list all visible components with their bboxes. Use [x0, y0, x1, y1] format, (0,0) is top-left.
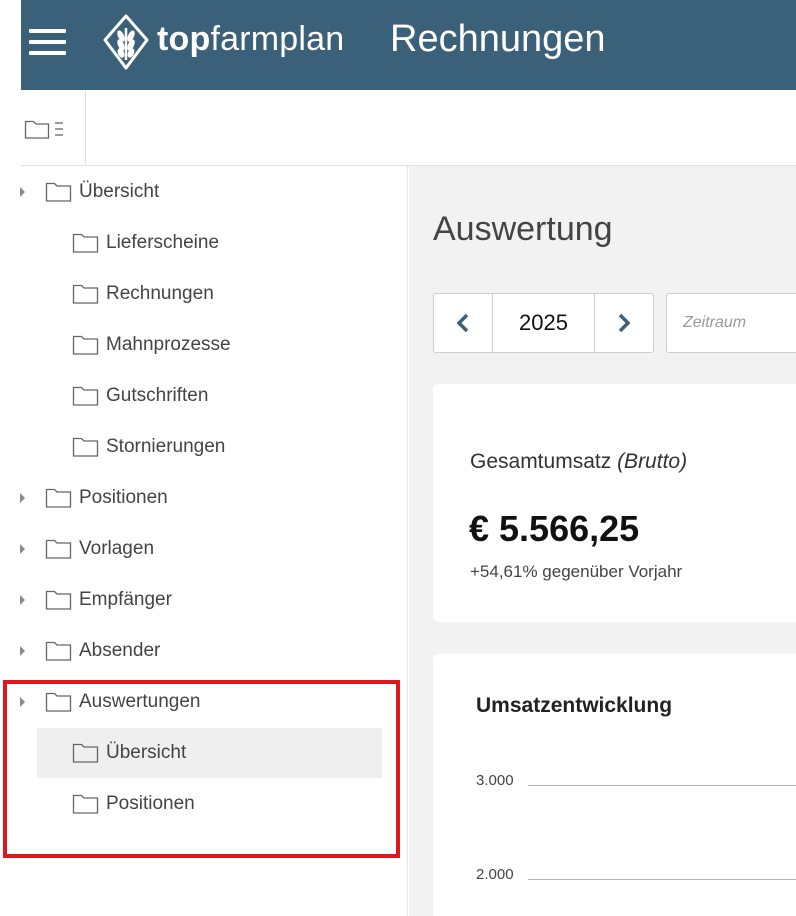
sidebar-item-stornierungen[interactable]: Stornierungen: [72, 429, 372, 465]
sidebar-item-label: Auswertungen: [79, 691, 201, 712]
folder-tree-icon: [24, 120, 63, 139]
chart-title: Umsatzentwicklung: [476, 694, 673, 717]
page-title: Rechnungen: [390, 18, 606, 60]
revenue-label: Gesamtumsatz (Brutto): [470, 450, 687, 474]
sidebar-item-label: Positionen: [79, 487, 168, 508]
expand-arrow-icon[interactable]: [20, 544, 25, 554]
folder-icon: [72, 233, 99, 253]
folder-tree-toggle-button[interactable]: [21, 90, 86, 165]
sidebar-item-vorlagen[interactable]: Vorlagen: [20, 531, 375, 567]
sidebar-item-auswertungen[interactable]: Auswertungen: [20, 684, 375, 720]
chevron-right-icon: [618, 313, 631, 333]
brand-name[interactable]: topfarmplan: [157, 20, 344, 59]
sidebar-item-label: Übersicht: [79, 181, 160, 202]
toolbar: [21, 90, 796, 166]
gridline: [528, 785, 796, 786]
revenue-label-suffix: (Brutto): [617, 450, 688, 473]
sidebar-tree: Übersicht Lieferscheine Rechnungen Mahnp…: [0, 166, 408, 916]
folder-icon: [72, 284, 99, 304]
sidebar-item-label: Mahnprozesse: [106, 334, 231, 355]
total-revenue-card: Gesamtumsatz (Brutto) € 5.566,25 +54,61%…: [433, 384, 796, 622]
sidebar-item-auswertungen-positionen[interactable]: Positionen: [72, 786, 372, 822]
sidebar-item-uebersicht[interactable]: Übersicht: [20, 174, 375, 210]
y-tick-label: 2.000: [476, 866, 514, 883]
revenue-amount: € 5.566,25: [469, 508, 640, 549]
folder-icon: [72, 437, 99, 457]
wheat-logo-icon[interactable]: [101, 14, 151, 70]
folder-icon: [72, 743, 99, 763]
sidebar-item-label: Stornierungen: [106, 436, 226, 457]
previous-year-button[interactable]: [434, 294, 492, 352]
year-value: 2025: [492, 294, 595, 352]
expand-arrow-icon[interactable]: [20, 646, 25, 656]
sidebar-item-label: Vorlagen: [79, 538, 155, 559]
folder-icon: [45, 488, 72, 508]
expand-arrow-icon[interactable]: [20, 697, 25, 707]
sidebar-item-label: Gutschriften: [106, 385, 209, 406]
folder-icon: [45, 539, 72, 559]
sidebar-item-label: Lieferscheine: [106, 232, 220, 253]
revenue-label-text: Gesamtumsatz: [470, 450, 612, 473]
sidebar-item-label: Positionen: [106, 793, 195, 814]
folder-icon: [45, 182, 72, 202]
chevron-left-icon: [456, 313, 469, 333]
hamburger-icon[interactable]: [27, 27, 67, 57]
sidebar-item-auswertungen-uebersicht[interactable]: Übersicht: [37, 728, 382, 778]
folder-icon: [45, 692, 72, 712]
sidebar-item-label: Absender: [79, 640, 161, 661]
sidebar-item-gutschriften[interactable]: Gutschriften: [72, 378, 372, 414]
gridline: [528, 879, 796, 880]
sidebar-item-label: Rechnungen: [106, 283, 214, 304]
folder-icon: [72, 335, 99, 355]
sidebar-item-lieferscheine[interactable]: Lieferscheine: [72, 225, 372, 261]
sidebar-item-label: Übersicht: [106, 742, 187, 763]
sidebar-item-rechnungen[interactable]: Rechnungen: [72, 276, 372, 312]
app-header: topfarmplan Rechnungen: [21, 0, 796, 90]
sidebar-item-label: Empfänger: [79, 589, 172, 610]
sidebar-item-empfaenger[interactable]: Empfänger: [20, 582, 375, 618]
section-title: Auswertung: [433, 210, 613, 248]
revenue-change: +54,61% gegenüber Vorjahr: [470, 562, 683, 581]
next-year-button[interactable]: [595, 294, 653, 352]
sidebar-item-mahnprozesse[interactable]: Mahnprozesse: [72, 327, 372, 363]
expand-arrow-icon[interactable]: [20, 595, 25, 605]
zeitraum-input[interactable]: [666, 293, 796, 353]
expand-arrow-icon[interactable]: [20, 187, 25, 197]
brand-bold: top: [157, 20, 211, 58]
folder-icon: [45, 590, 72, 610]
sidebar-item-absender[interactable]: Absender: [20, 633, 375, 669]
revenue-chart-card: Umsatzentwicklung 3.000 2.000: [433, 654, 796, 916]
folder-icon: [45, 641, 72, 661]
y-tick-label: 3.000: [476, 772, 514, 789]
expand-arrow-icon[interactable]: [20, 493, 25, 503]
brand-light: farmplan: [210, 20, 345, 58]
year-selector: 2025: [433, 293, 654, 353]
folder-icon: [72, 386, 99, 406]
main-content: Auswertung 2025 Gesamtumsatz (Brutto) € …: [409, 166, 796, 916]
folder-icon: [72, 794, 99, 814]
sidebar-item-positionen[interactable]: Positionen: [20, 480, 375, 516]
